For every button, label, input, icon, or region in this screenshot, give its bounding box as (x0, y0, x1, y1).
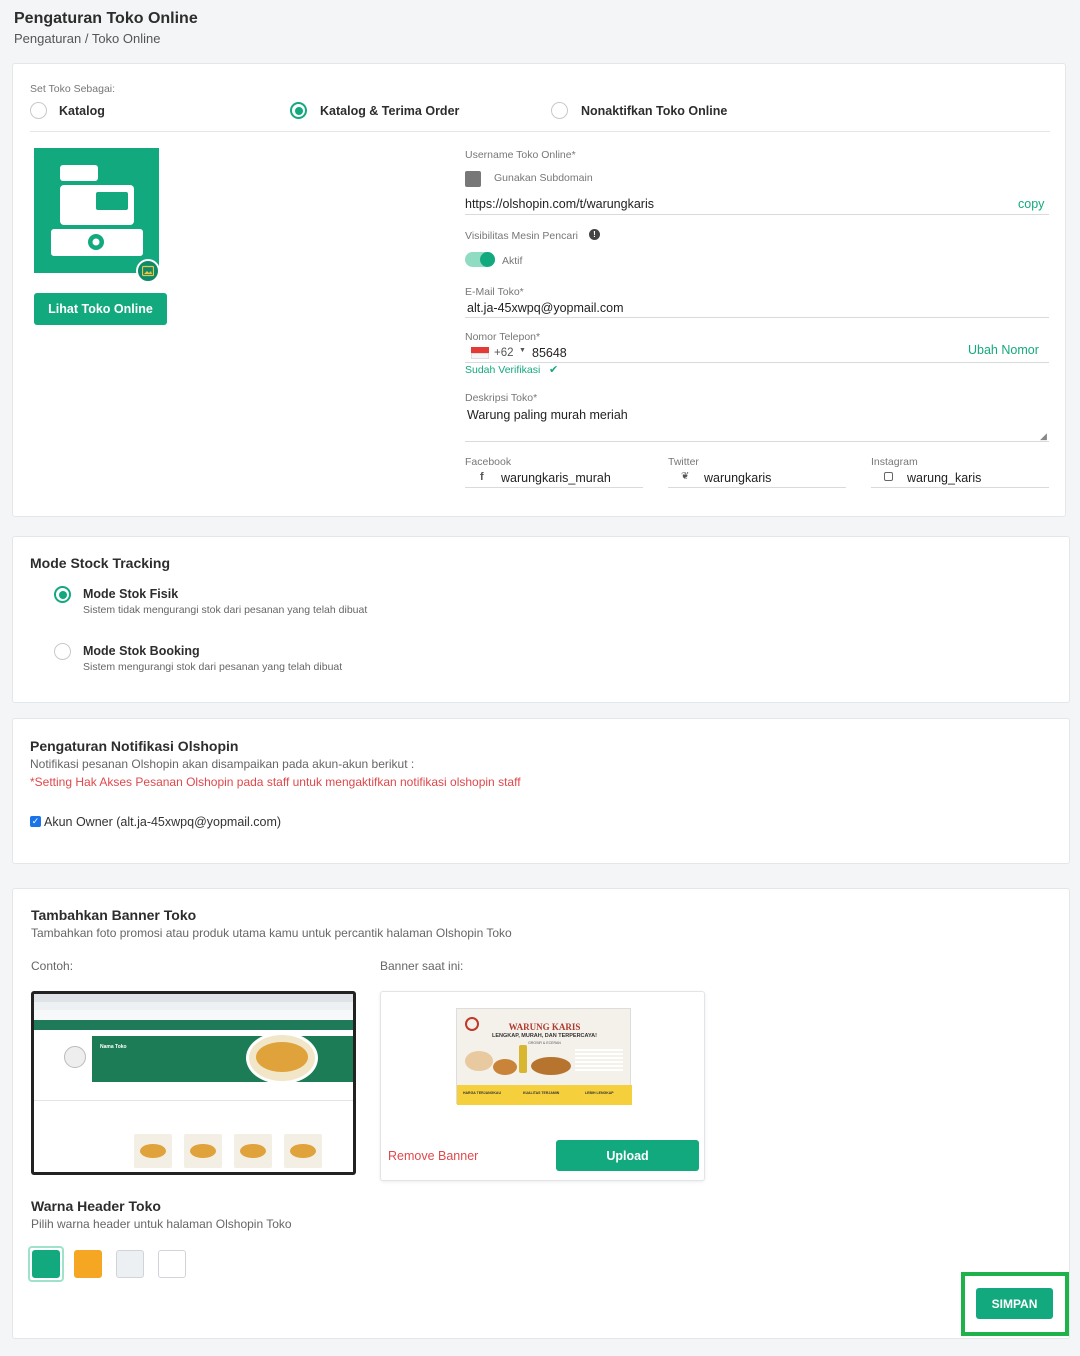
phone-label: Nomor Telepon* (465, 331, 541, 343)
country-selector[interactable]: +62 ▼ (471, 347, 529, 361)
radio-katalog-label: Katalog (59, 104, 105, 118)
notification-desc: Notifikasi pesanan Olshopin akan disampa… (30, 757, 415, 771)
page-title: Pengaturan Toko Online (14, 10, 198, 27)
example-store-name: Nama Toko (100, 1044, 127, 1050)
toggle-knob (480, 252, 495, 267)
store-url: https://olshopin.com/t/warungkaris (465, 197, 654, 211)
instagram-icon (884, 472, 893, 481)
save-button[interactable]: SIMPAN (976, 1288, 1053, 1319)
breadcrumb[interactable]: Pengaturan / Toko Online (14, 31, 160, 46)
stock-tracking-card: Mode Stock Tracking Mode Stok Fisik Sist… (12, 536, 1070, 703)
email-label: E-Mail Toko* (465, 286, 524, 298)
instagram-field[interactable]: warung_karis (907, 471, 981, 485)
radio-katalog[interactable] (30, 102, 47, 119)
banner-badge-3: LEBIH LENGKAP (585, 1091, 614, 1095)
banner-desc: Tambahkan foto promosi atau produk utama… (31, 926, 512, 940)
header-color-desc: Pilih warna header untuk halaman Olshopi… (31, 1217, 292, 1231)
subdomain-checkbox[interactable] (465, 171, 481, 187)
notification-warning[interactable]: *Setting Hak Akses Pesanan Olshopin pada… (30, 775, 521, 789)
email-field[interactable]: alt.ja-45xwpq@yopmail.com (467, 301, 624, 315)
username-label: Username Toko Online* (465, 149, 576, 161)
store-settings-card: Set Toko Sebagai: Katalog Katalog & Teri… (12, 63, 1066, 517)
facebook-icon: f (480, 471, 484, 483)
swatch-white[interactable] (158, 1250, 186, 1278)
description-underline (465, 441, 1049, 442)
radio-nonaktifkan[interactable] (551, 102, 568, 119)
swatch-orange[interactable] (74, 1250, 102, 1278)
notification-card: Pengaturan Notifikasi Olshopin Notifikas… (12, 718, 1070, 864)
store-icon (51, 165, 143, 256)
radio-katalog-terima-order-label: Katalog & Terima Order (320, 104, 460, 118)
banner-store-name: WARUNG KARIS (508, 1022, 581, 1032)
twitter-icon: ❦ (681, 471, 690, 482)
stok-fisik-desc: Sistem tidak mengurangi stok dari pesana… (83, 604, 368, 616)
description-label: Deskripsi Toko* (465, 392, 538, 404)
header-color-title: Warna Header Toko (31, 1198, 161, 1214)
visibility-label: Visibilitas Mesin Pencari (465, 230, 579, 242)
banner-title: Tambahkan Banner Toko (31, 907, 197, 923)
radio-katalog-terima-order[interactable] (290, 102, 307, 119)
twitter-label: Twitter (668, 456, 699, 468)
owner-account-checkbox[interactable]: ✓ (30, 816, 41, 827)
copy-link[interactable]: copy (1018, 197, 1044, 211)
twitter-underline (668, 487, 846, 488)
radio-stok-fisik[interactable] (54, 586, 71, 603)
stock-tracking-title: Mode Stock Tracking (30, 555, 171, 571)
banner-tagline: LENGKAP, MURAH, DAN TERPERCAYA! (492, 1033, 597, 1039)
current-banner-box: WARUNG KARIS LENGKAP, MURAH, DAN TERPERC… (380, 991, 705, 1181)
verified-label: Sudah Verifikasi (465, 364, 541, 376)
radio-stok-booking[interactable] (54, 643, 71, 660)
swatch-green[interactable] (32, 1250, 60, 1278)
chevron-down-icon: ▼ (519, 347, 526, 354)
divider (30, 131, 1050, 132)
notification-title: Pengaturan Notifikasi Olshopin (30, 738, 239, 754)
change-image-icon[interactable] (136, 259, 160, 283)
banner-badge-2: KUALITAS TERJAMIN (523, 1091, 560, 1095)
current-banner-label: Banner saat ini: (380, 959, 464, 973)
country-code: +62 (494, 347, 514, 359)
facebook-field[interactable]: warungkaris_murah (501, 471, 611, 485)
swatch-light-gray[interactable] (116, 1250, 144, 1278)
stok-booking-label: Mode Stok Booking (83, 644, 200, 658)
stok-booking-desc: Sistem mengurangi stok dari pesanan yang… (83, 661, 343, 673)
phone-field[interactable]: 85648 (532, 346, 567, 360)
example-label: Contoh: (31, 959, 74, 973)
owner-account-label: Akun Owner (alt.ja-45xwpq@yopmail.com) (44, 815, 282, 829)
current-banner-image: WARUNG KARIS LENGKAP, MURAH, DAN TERPERC… (456, 1008, 632, 1105)
facebook-label: Facebook (465, 456, 512, 468)
banner-card: Tambahkan Banner Toko Tambahkan foto pro… (12, 888, 1070, 1339)
check-icon: ✔ (549, 364, 559, 376)
store-mode-label: Set Toko Sebagai: (30, 83, 116, 95)
visibility-status: Aktif (502, 255, 523, 267)
subdomain-label: Gunakan Subdomain (494, 172, 593, 184)
example-banner-image: Nama Toko (31, 991, 356, 1175)
store-logo[interactable] (34, 148, 160, 283)
stok-fisik-label: Mode Stok Fisik (83, 587, 179, 601)
instagram-underline (871, 487, 1049, 488)
upload-button[interactable]: Upload (556, 1140, 699, 1171)
email-underline (465, 317, 1049, 318)
url-underline (465, 214, 1049, 215)
banner-subtitle: GROSIR & ECERAN (528, 1041, 561, 1045)
visibility-toggle[interactable] (465, 252, 495, 267)
banner-badge-1: HARGA TERJANGKAU (463, 1091, 501, 1095)
instagram-label: Instagram (871, 456, 918, 468)
twitter-field[interactable]: warungkaris (704, 471, 771, 485)
view-store-button[interactable]: Lihat Toko Online (34, 293, 167, 325)
info-icon[interactable]: ! (589, 229, 600, 240)
description-field[interactable]: Warung paling murah meriah (467, 408, 628, 422)
change-phone-link[interactable]: Ubah Nomor (968, 343, 1039, 357)
facebook-underline (465, 487, 643, 488)
radio-nonaktifkan-label: Nonaktifkan Toko Online (581, 104, 728, 118)
remove-banner-link[interactable]: Remove Banner (388, 1149, 478, 1163)
